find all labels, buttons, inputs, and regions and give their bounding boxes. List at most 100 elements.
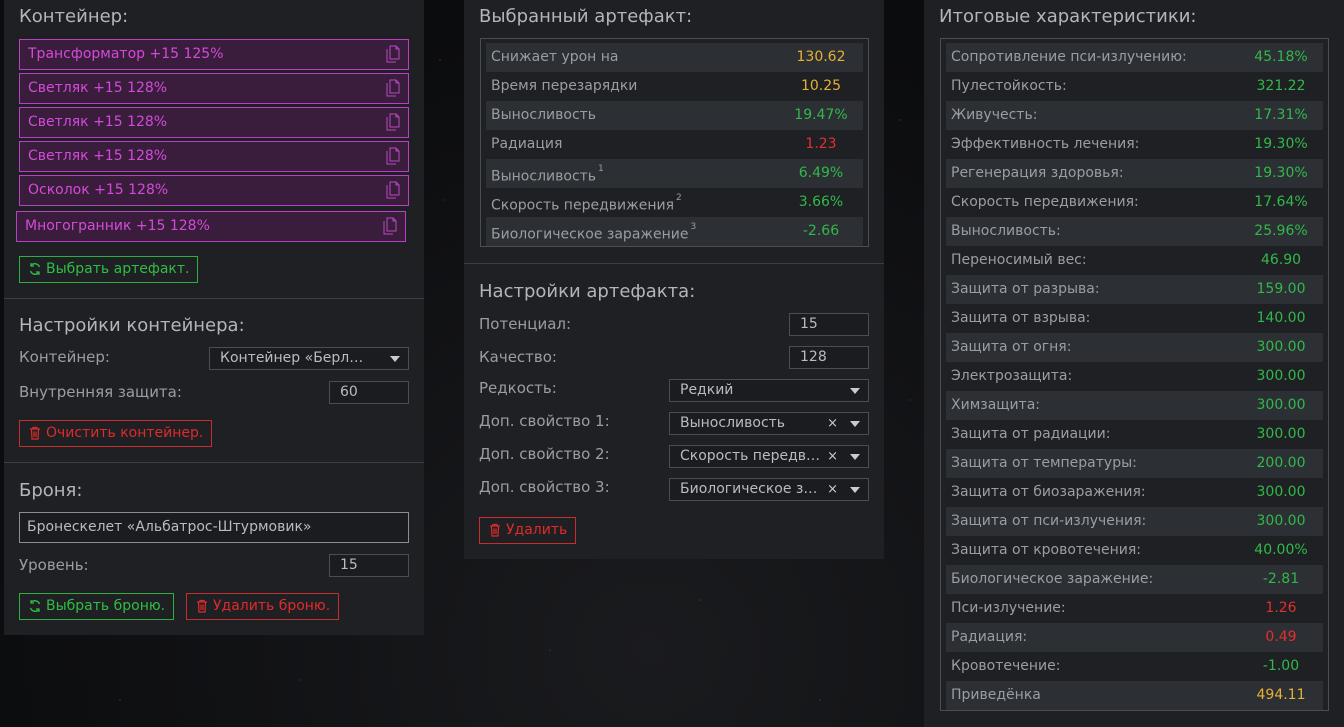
total-stat-label: Защита от температуры: — [951, 455, 1137, 471]
armor-title: Броня: — [19, 480, 83, 501]
total-stat-value: 494.11 — [1256, 687, 1306, 703]
total-stat-label: Пулестойкость: — [951, 78, 1067, 94]
extra3-select[interactable]: Биологическое за… × — [669, 478, 869, 501]
document-copy-icon[interactable] — [386, 79, 400, 97]
chevron-down-icon — [850, 454, 860, 460]
container-select-value: Контейнер «Берлога… — [220, 350, 365, 366]
selected-artifact-title: Выбранный артефакт: — [479, 6, 693, 27]
container-item[interactable]: Светляк +15 128% — [19, 141, 409, 172]
total-stat-label: Выносливость: — [951, 223, 1061, 239]
total-stat-label: Химзащита: — [951, 397, 1041, 413]
container-item[interactable]: Многогранник +15 128% — [16, 211, 406, 242]
artifact-stat-row: Время перезарядки 10.25 — [486, 72, 863, 101]
armor-level-input[interactable]: 15 — [329, 554, 409, 577]
total-stat-label: Защита от пси-излучения: — [951, 513, 1147, 529]
total-stat-row: Переносимый вес: 46.90 — [946, 246, 1323, 275]
clear-container-button[interactable]: Очистить контейнер. — [19, 420, 213, 447]
artifact-stat-label: Снижает урон на — [491, 49, 619, 65]
total-stat-label: Защита от огня: — [951, 339, 1072, 355]
total-stat-value: 40.00% — [1254, 542, 1308, 558]
clear-icon[interactable]: × — [827, 446, 838, 467]
total-stat-row: Защита от разрыва: 159.00 — [946, 275, 1323, 304]
document-copy-icon[interactable] — [386, 181, 400, 199]
total-stat-value: 200.00 — [1256, 455, 1306, 471]
total-stat-label: Защита от кровотечения: — [951, 542, 1141, 558]
select-armor-button[interactable]: Выбрать броню. — [19, 593, 175, 620]
total-stat-row: Пулестойкость: 321.22 — [946, 72, 1323, 101]
extra1-select[interactable]: Выносливость × — [669, 412, 869, 435]
total-stat-row: Радиация: 0.49 — [946, 623, 1323, 652]
armor-name-field[interactable]: Бронескелет «Альбатрос-Штурмовик» — [19, 512, 409, 543]
container-item[interactable]: Светляк +15 128% — [19, 107, 409, 138]
container-item-label: Светляк +15 128% — [28, 80, 168, 96]
container-item-label: Многогранник +15 128% — [25, 218, 210, 234]
artifact-stat-label: Скорость передвижения — [491, 197, 674, 214]
total-stat-label: Защита от взрыва: — [951, 310, 1091, 326]
extra3-select-value: Биологическое за… — [680, 481, 825, 497]
chevron-down-icon — [850, 388, 860, 394]
selected-artifact-stats: Снижает урон на 130.62 Время перезарядки 10… — [480, 38, 869, 247]
artifact-stat-footnote: 1 — [598, 164, 604, 174]
total-stat-row: Защита от кровотечения: 40.00% — [946, 536, 1323, 565]
total-stat-value: 300.00 — [1256, 426, 1306, 442]
total-stat-value: 321.22 — [1256, 78, 1306, 94]
total-stat-row: Сопротивление пси-излучению: 45.18% — [946, 43, 1323, 72]
total-stat-label: Сопротивление пси-излучению: — [951, 49, 1187, 65]
container-item[interactable]: Светляк +15 128% — [19, 73, 409, 104]
artifact-panel: Выбранный артефакт: Снижает урон на 130.6… — [464, 0, 884, 559]
select-artifact-button[interactable]: Выбрать артефакт. — [19, 256, 199, 283]
total-stat-row: Эффективность лечения: 19.30% — [946, 130, 1323, 159]
container-panel: Контейнер: Трансформатор +15 125% Светляк… — [4, 0, 424, 635]
container-select[interactable]: Контейнер «Берлога… — [209, 347, 409, 370]
total-stat-label: Регенерация здоровья: — [951, 165, 1124, 181]
total-stat-label: Биологическое заражение: — [951, 571, 1154, 587]
document-copy-icon[interactable] — [386, 113, 400, 131]
extra1-select-value: Выносливость — [680, 415, 786, 431]
inner-protection-input[interactable]: 60 — [329, 381, 409, 404]
total-stat-value: 1.26 — [1265, 600, 1297, 616]
total-stat-label: Защита от радиации: — [951, 426, 1111, 442]
total-stat-label: Кровотечение: — [951, 658, 1061, 674]
inner-protection-label: Внутренняя защита: — [19, 383, 182, 401]
clear-icon[interactable]: × — [827, 413, 838, 434]
chevron-down-icon — [390, 356, 400, 362]
container-item[interactable]: Осколок +15 128% — [19, 175, 409, 206]
document-copy-icon[interactable] — [386, 45, 400, 63]
delete-armor-button[interactable]: Удалить броню. — [186, 593, 340, 620]
total-stat-row: Электрозащита: 300.00 — [946, 362, 1323, 391]
artifact-stat-label: Выносливость — [491, 168, 597, 185]
artifact-stat-label: Время перезарядки — [491, 78, 638, 94]
container-item[interactable]: Трансформатор +15 125% — [19, 39, 409, 70]
total-stat-value: 300.00 — [1256, 484, 1306, 500]
total-stat-value: 25.96% — [1254, 223, 1308, 239]
divider — [4, 462, 424, 463]
potential-input[interactable]: 15 — [789, 313, 869, 336]
container-item-label: Трансформатор +15 125% — [28, 46, 224, 62]
total-stat-row: Выносливость: 25.96% — [946, 217, 1323, 246]
total-stat-value: 19.30% — [1254, 136, 1308, 152]
delete-artifact-button[interactable]: Удалить — [479, 517, 577, 544]
quality-input[interactable]: 128 — [789, 346, 869, 369]
total-stat-row: Живучесть: 17.31% — [946, 101, 1323, 130]
total-stat-row: Регенерация здоровья: 19.30% — [946, 159, 1323, 188]
extra3-label: Доп. свойство 3: — [479, 478, 610, 496]
artifact-stat-value: 1.23 — [805, 136, 837, 152]
refresh-icon — [29, 263, 41, 275]
rarity-select[interactable]: Редкий — [669, 379, 869, 402]
artifact-stat-value: 10.25 — [800, 78, 842, 94]
delete-armor-label: Удалить броню. — [213, 598, 331, 614]
total-stat-value: 300.00 — [1256, 397, 1306, 413]
artifact-stat-label: Радиация — [491, 136, 563, 152]
trash-icon — [30, 426, 40, 440]
artifact-stat-row: Скорость передвижения 2 3.66% — [486, 188, 863, 217]
clear-icon[interactable]: × — [827, 479, 838, 500]
total-stat-row: Кровотечение: -1.00 — [946, 652, 1323, 681]
artifact-stat-value: 19.47% — [794, 107, 848, 123]
extra2-select[interactable]: Скорость передви… × — [669, 445, 869, 468]
document-copy-icon[interactable] — [386, 147, 400, 165]
document-copy-icon[interactable] — [383, 217, 397, 235]
total-stat-label: Пси-излучение: — [951, 600, 1066, 616]
rarity-label: Редкость: — [479, 379, 557, 397]
clear-container-label: Очистить контейнер. — [46, 425, 204, 441]
total-stat-label: Электрозащита: — [951, 368, 1073, 384]
